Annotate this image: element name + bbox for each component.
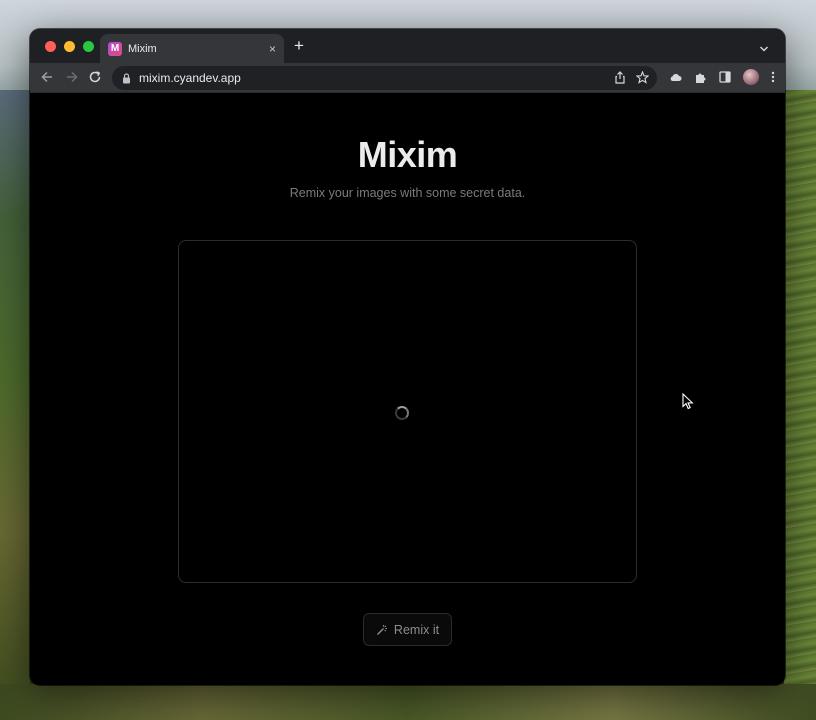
puzzle-icon[interactable] [694, 71, 707, 84]
tab-mixim[interactable]: M Mixim × [100, 34, 284, 63]
tab-title: Mixim [128, 42, 157, 55]
cloud-icon[interactable] [669, 72, 682, 82]
page-content: Mixim Remix your images with some secret… [30, 94, 785, 685]
page-subtitle: Remix your images with some secret data. [289, 186, 526, 200]
arrow-left-icon [41, 71, 52, 83]
profile-avatar[interactable] [743, 69, 759, 85]
desktop-wallpaper-left [0, 90, 30, 720]
forward-button[interactable] [65, 70, 79, 87]
zoom-window-button[interactable] [83, 41, 94, 52]
share-icon[interactable] [614, 71, 626, 84]
window-controls [45, 41, 94, 52]
tab-close-icon[interactable]: × [269, 43, 276, 55]
desktop-wallpaper-bottom [0, 684, 816, 720]
browser-window: M Mixim × + mixim.cyandev.app Mixim Remi… [30, 29, 785, 685]
tab-search-button[interactable] [759, 41, 769, 59]
magic-wand-icon [376, 624, 387, 635]
lock-icon [122, 72, 131, 84]
reload-icon [89, 71, 101, 83]
remix-button-label: Remix it [393, 622, 440, 637]
star-icon[interactable] [636, 71, 649, 84]
image-preview-area[interactable] [178, 240, 637, 583]
side-panel-icon[interactable] [719, 71, 731, 83]
address-bar[interactable]: mixim.cyandev.app [112, 66, 657, 90]
site-favicon: M [108, 41, 122, 56]
spinner-icon [395, 406, 409, 420]
desktop-wallpaper-right [784, 90, 816, 720]
toolbar-extensions [669, 69, 775, 85]
close-window-button[interactable] [45, 41, 56, 52]
new-tab-button[interactable]: + [294, 37, 304, 54]
kebab-menu-icon[interactable] [771, 71, 775, 83]
remix-button[interactable]: Remix it [363, 613, 452, 646]
address-url: mixim.cyandev.app [139, 71, 241, 85]
chevron-down-icon [759, 46, 769, 52]
browser-toolbar: mixim.cyandev.app [30, 63, 785, 93]
tab-strip: M Mixim × + [30, 29, 785, 63]
mouse-cursor-icon [682, 393, 694, 410]
back-button[interactable] [40, 70, 54, 87]
minimize-window-button[interactable] [64, 41, 75, 52]
arrow-right-icon [67, 71, 78, 83]
reload-button[interactable] [88, 70, 102, 87]
address-bar-actions [614, 71, 649, 84]
page-title: Mixim [357, 134, 458, 175]
